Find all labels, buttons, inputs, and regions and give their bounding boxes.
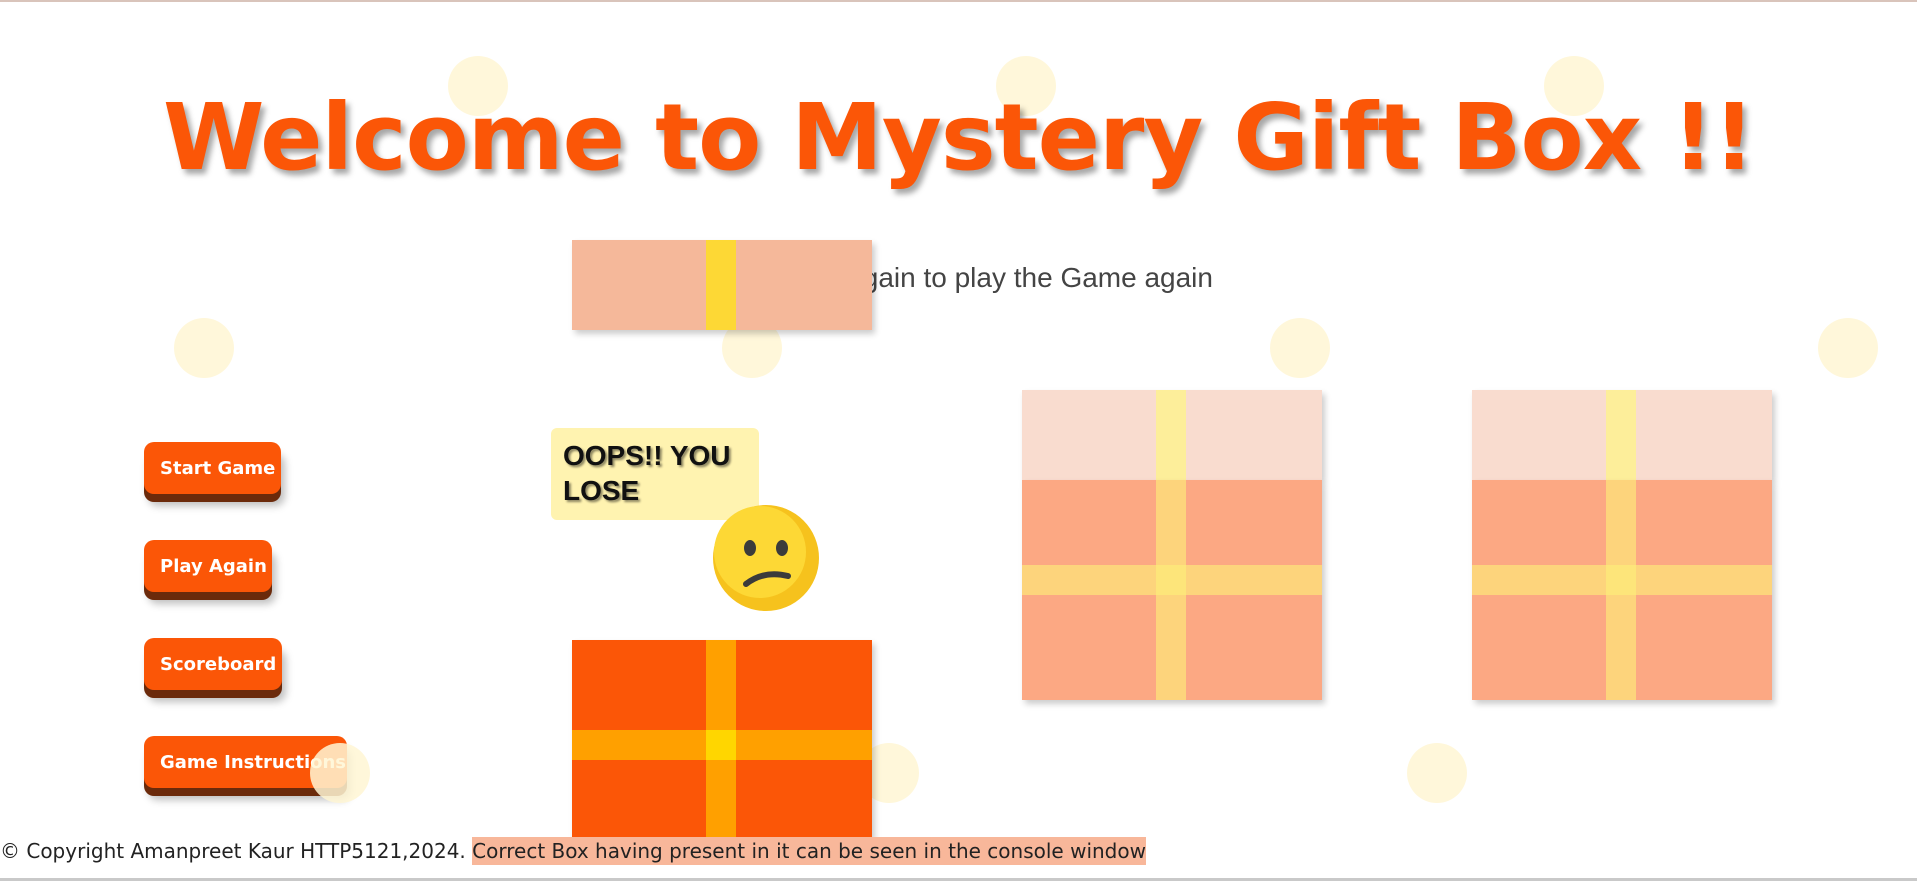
decor-dot	[174, 318, 234, 378]
lid-ribbon	[1156, 390, 1186, 480]
copyright-text: © Copyright Amanpreet Kaur HTTP5121,2024…	[0, 839, 466, 863]
confused-face-icon	[713, 505, 819, 611]
gift-box-body	[1472, 480, 1772, 700]
lid-ribbon	[1606, 390, 1636, 480]
footer: © Copyright Amanpreet Kaur HTTP5121,2024…	[0, 837, 1146, 865]
start-game-button[interactable]: Start Game	[144, 442, 281, 494]
gift-box-lid	[1472, 390, 1772, 480]
gift-box-lid	[1022, 390, 1322, 480]
gift-box-body	[1022, 480, 1322, 700]
ribbon-knot	[1156, 565, 1186, 595]
instruction-text: Press Play Again to play the Game again	[704, 262, 1213, 293]
play-again-button[interactable]: Play Again	[144, 540, 272, 592]
decor-dot	[1407, 743, 1467, 803]
ribbon-knot	[706, 730, 736, 760]
gift-box-body	[572, 640, 872, 838]
decor-dot	[1270, 318, 1330, 378]
ribbon-knot	[1606, 565, 1636, 595]
decor-dot	[1818, 318, 1878, 378]
console-hint: Correct Box having present in it can be …	[472, 837, 1146, 865]
gift-box-lid	[572, 240, 872, 330]
scoreboard-button[interactable]: Scoreboard	[144, 638, 282, 690]
lid-ribbon	[706, 240, 736, 330]
page-title: Welcome to Mystery Gift Box !!	[162, 84, 1755, 191]
decor-dot	[310, 743, 370, 803]
